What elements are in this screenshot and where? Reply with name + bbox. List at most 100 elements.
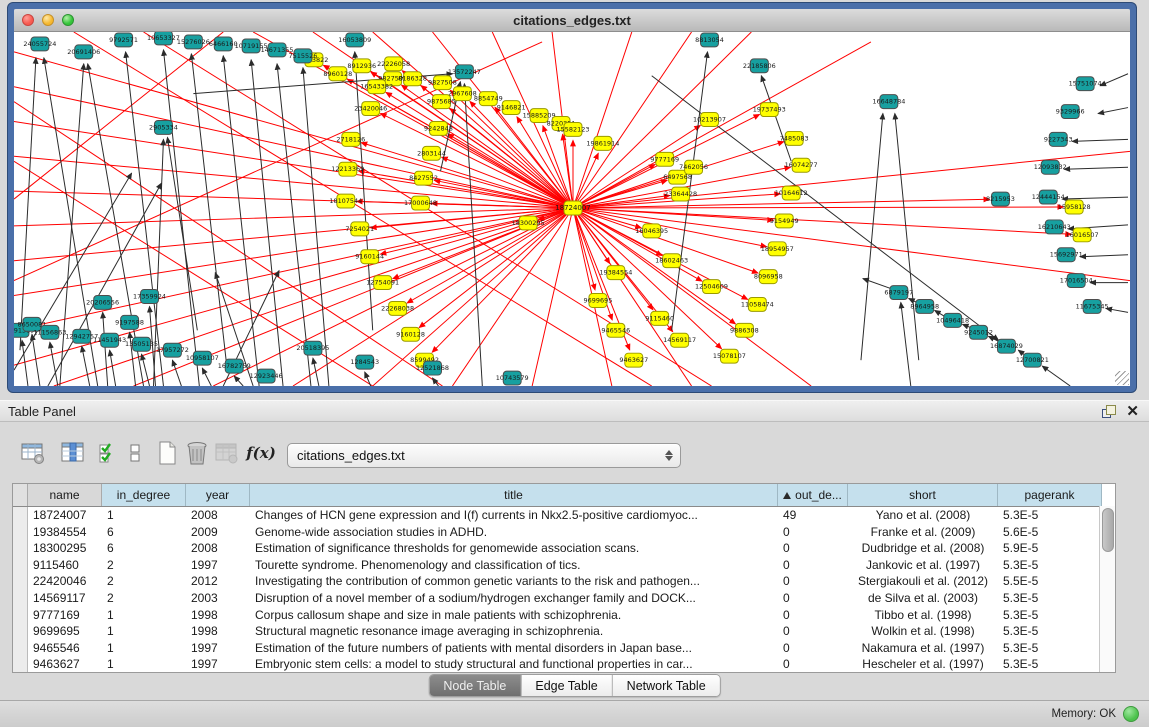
- close-panel-icon[interactable]: ✕: [1126, 405, 1139, 418]
- table-row[interactable]: 1938455462009Genome-wide association stu…: [13, 524, 1115, 541]
- rows-icon[interactable]: [120, 438, 150, 468]
- table-cell[interactable]: 0: [778, 540, 848, 557]
- table-cell[interactable]: Stergiakouli et al. (2012): [848, 573, 998, 590]
- table-cell[interactable]: Embryonic stem cells: a model to study s…: [250, 656, 778, 673]
- table-cell[interactable]: 2: [102, 557, 186, 574]
- table-cell[interactable]: 2008: [186, 540, 250, 557]
- column-header-pagerank[interactable]: pagerank: [998, 484, 1102, 506]
- table-cell[interactable]: Wolkin et al. (1998): [848, 623, 998, 640]
- table-cell[interactable]: 1: [102, 656, 186, 673]
- table-cell[interactable]: Estimation of significance thresholds fo…: [250, 540, 778, 557]
- table-cell[interactable]: 0: [778, 607, 848, 624]
- table-row[interactable]: 946362711997Embryonic stem cells: a mode…: [13, 656, 1115, 673]
- table-cell[interactable]: 2003: [186, 590, 250, 607]
- table-cell[interactable]: 5.5E-5: [998, 573, 1102, 590]
- table-row[interactable]: 1872400712008Changes of HCN gene express…: [13, 507, 1115, 524]
- table-cell[interactable]: 0: [778, 623, 848, 640]
- table-row[interactable]: 1830029562008Estimation of significance …: [13, 540, 1115, 557]
- table-cell[interactable]: 6: [102, 540, 186, 557]
- column-header-year[interactable]: year: [186, 484, 250, 506]
- table-cell[interactable]: 9699695: [28, 623, 102, 640]
- scrollbar-thumb[interactable]: [1102, 508, 1114, 552]
- table-settings-icon[interactable]: [18, 438, 48, 468]
- table-cell[interactable]: 1: [102, 607, 186, 624]
- column-header-in-degree[interactable]: in_degree: [102, 484, 186, 506]
- table-cell[interactable]: 9115460: [28, 557, 102, 574]
- table-row[interactable]: 977716911998Corpus callosum shape and si…: [13, 607, 1115, 624]
- network-canvas[interactable]: 7163822896012889129362222605898275051654…: [14, 32, 1130, 386]
- table-cell[interactable]: 22420046: [28, 573, 102, 590]
- table-cell[interactable]: Dudbridge et al. (2008): [848, 540, 998, 557]
- table-cell[interactable]: 5.3E-5: [998, 590, 1102, 607]
- table-cell[interactable]: Investigating the contribution of common…: [250, 573, 778, 590]
- table-cell[interactable]: 18300295: [28, 540, 102, 557]
- table-cell[interactable]: Corpus callosum shape and size in male p…: [250, 607, 778, 624]
- table-cell[interactable]: 0: [778, 656, 848, 673]
- table-scrollbar[interactable]: [1099, 506, 1115, 672]
- table-cell[interactable]: 5.6E-5: [998, 524, 1102, 541]
- table-cell[interactable]: de Silva et al. (2003): [848, 590, 998, 607]
- table-row[interactable]: 969969511998Structural magnetic resonanc…: [13, 623, 1115, 640]
- table-cell[interactable]: 5.3E-5: [998, 607, 1102, 624]
- table-cell[interactable]: 1997: [186, 557, 250, 574]
- column-header-out-de-[interactable]: out_de...: [778, 484, 848, 506]
- table-cell[interactable]: 1: [102, 640, 186, 657]
- table-cell[interactable]: Disruption of a novel member of a sodium…: [250, 590, 778, 607]
- table-row[interactable]: 1456911722003Disruption of a novel membe…: [13, 590, 1115, 607]
- table-row[interactable]: 911546021997Tourette syndrome. Phenomeno…: [13, 557, 1115, 574]
- table-cell[interactable]: 14569117: [28, 590, 102, 607]
- table-cell[interactable]: Nakamura et al. (1997): [848, 640, 998, 657]
- table-cell[interactable]: Jankovic et al. (1997): [848, 557, 998, 574]
- table-cell[interactable]: Structural magnetic resonance image aver…: [250, 623, 778, 640]
- table-cell[interactable]: 2009: [186, 524, 250, 541]
- table-cell[interactable]: 5.9E-5: [998, 540, 1102, 557]
- table-cell[interactable]: 9465546: [28, 640, 102, 657]
- table-cell[interactable]: 5.3E-5: [998, 640, 1102, 657]
- table-cell[interactable]: Changes of HCN gene expression and I(f) …: [250, 507, 778, 524]
- table-cell[interactable]: 1997: [186, 640, 250, 657]
- tab-node-table[interactable]: Node Table: [429, 675, 520, 696]
- new-document-icon[interactable]: [152, 438, 182, 468]
- table-row[interactable]: 2242004622012Investigating the contribut…: [13, 573, 1115, 590]
- table-cell[interactable]: 0: [778, 573, 848, 590]
- table-cell[interactable]: 19384554: [28, 524, 102, 541]
- table-cell[interactable]: 1998: [186, 607, 250, 624]
- table-cell[interactable]: 9777169: [28, 607, 102, 624]
- table-cell[interactable]: Genome-wide association studies in ADHD.: [250, 524, 778, 541]
- select-column-icon[interactable]: [58, 438, 88, 468]
- network-window-titlebar[interactable]: citations_edges.txt: [14, 9, 1130, 32]
- column-header-title[interactable]: title: [250, 484, 778, 506]
- table-cell[interactable]: 0: [778, 557, 848, 574]
- table-cell[interactable]: 5.3E-5: [998, 623, 1102, 640]
- table-cell[interactable]: 1997: [186, 656, 250, 673]
- table-cell[interactable]: 0: [778, 590, 848, 607]
- table-cell[interactable]: Tibbo et al. (1998): [848, 607, 998, 624]
- column-header-name[interactable]: name: [28, 484, 102, 506]
- table-cell[interactable]: 5.3E-5: [998, 656, 1102, 673]
- function-icon[interactable]: f(x): [246, 438, 276, 468]
- table-cell[interactable]: 0: [778, 524, 848, 541]
- table-cell[interactable]: 49: [778, 507, 848, 524]
- table-cell[interactable]: Tourette syndrome. Phenomenology and cla…: [250, 557, 778, 574]
- table-cell[interactable]: 1998: [186, 623, 250, 640]
- resize-grip-icon[interactable]: [1115, 371, 1129, 385]
- table-cell[interactable]: 6: [102, 524, 186, 541]
- table-cell[interactable]: 5.3E-5: [998, 557, 1102, 574]
- table-selector-dropdown[interactable]: citations_edges.txt: [287, 443, 681, 468]
- table-cell[interactable]: 2: [102, 590, 186, 607]
- table-cell[interactable]: 18724007: [28, 507, 102, 524]
- table-cell[interactable]: 1: [102, 623, 186, 640]
- table-cell[interactable]: Hescheler et al. (1997): [848, 656, 998, 673]
- table-cell[interactable]: 9463627: [28, 656, 102, 673]
- table-cell[interactable]: 1: [102, 507, 186, 524]
- table-cell[interactable]: 0: [778, 640, 848, 657]
- tab-network-table[interactable]: Network Table: [612, 675, 720, 696]
- table-cell[interactable]: 5.3E-5: [998, 507, 1102, 524]
- table-cell[interactable]: Franke et al. (2009): [848, 524, 998, 541]
- table-cell[interactable]: 2008: [186, 507, 250, 524]
- delete-icon[interactable]: [182, 438, 212, 468]
- float-panel-icon[interactable]: [1102, 405, 1116, 418]
- tab-edge-table[interactable]: Edge Table: [520, 675, 611, 696]
- table-cell[interactable]: Estimation of the future numbers of pati…: [250, 640, 778, 657]
- table-row[interactable]: 946554611997Estimation of the future num…: [13, 640, 1115, 657]
